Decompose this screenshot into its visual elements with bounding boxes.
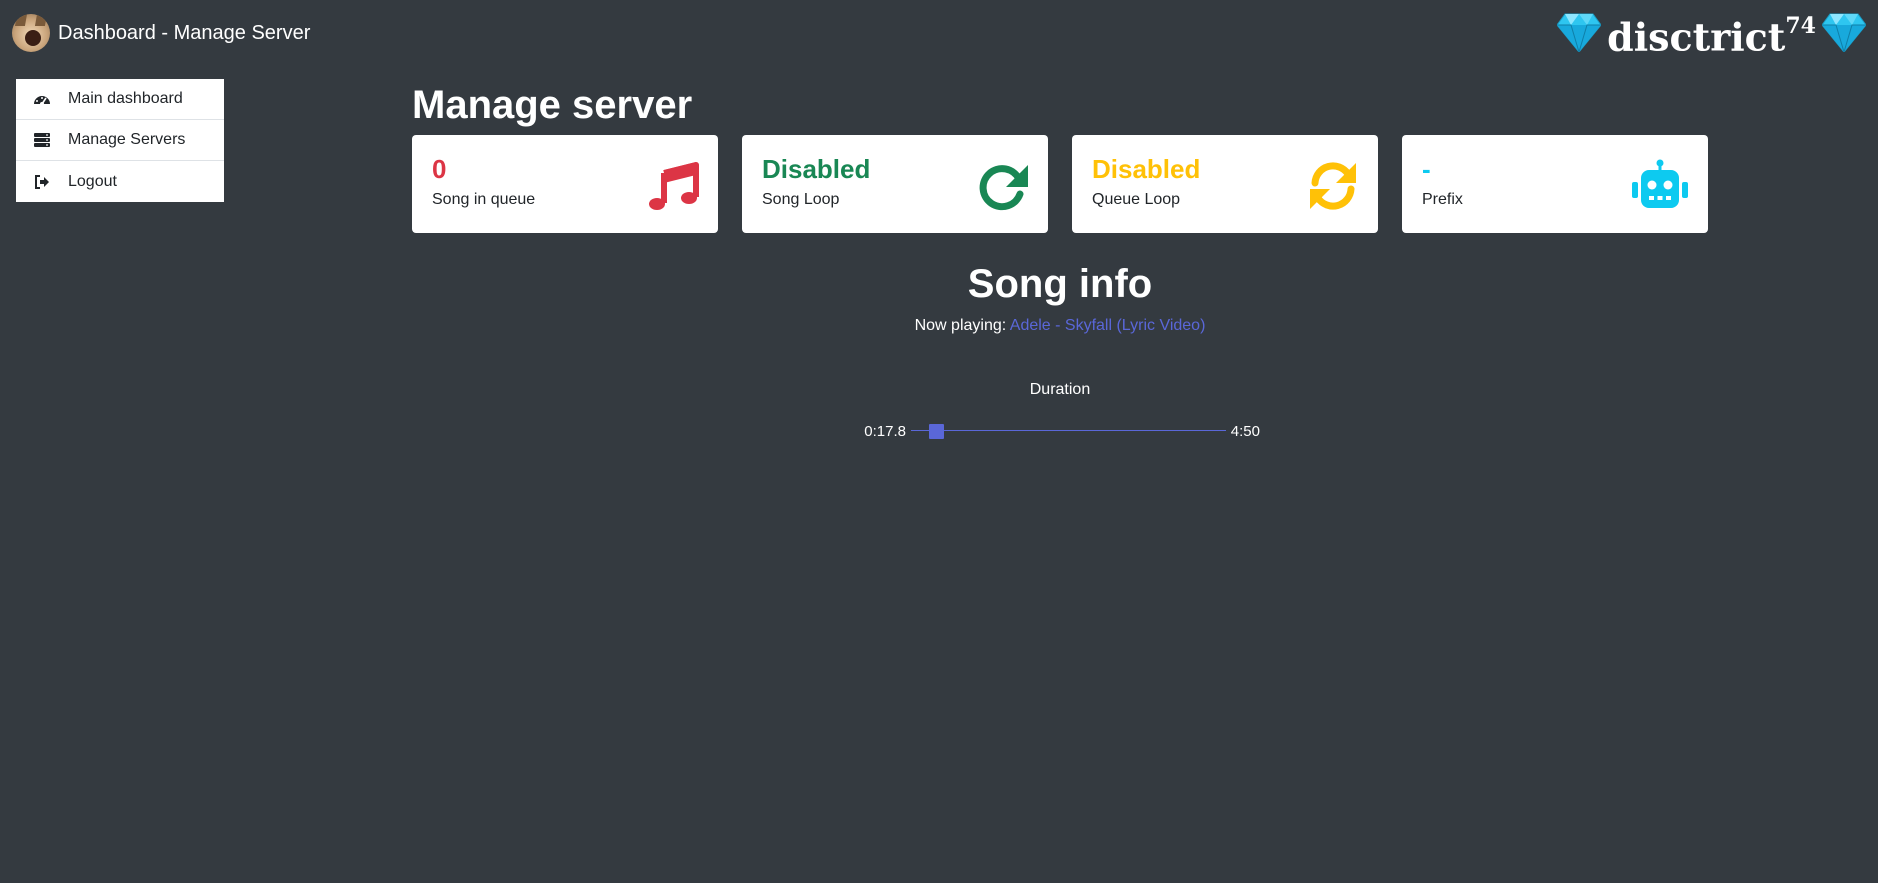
prefix-card: - Prefix [1402, 135, 1708, 233]
brand[interactable]: Dashboard - Manage Server [12, 12, 310, 54]
server-icon [32, 132, 52, 148]
disctrict-logo: disctrict74 [1557, 8, 1866, 59]
elapsed-time: 0:17.8 [864, 422, 906, 440]
redo-icon [979, 165, 1028, 211]
sidebar-menu: Main dashboard Manage Servers Logout [16, 79, 224, 202]
progress-slider[interactable] [910, 423, 1226, 439]
now-playing-label: Now playing: [914, 317, 1007, 334]
song-info-title: Song info [967, 262, 1153, 306]
sidebar-item-label: Main dashboard [68, 90, 183, 107]
sidebar-item-logout[interactable]: Logout [16, 161, 224, 202]
diamond-icon [1557, 13, 1602, 52]
progress-thumb[interactable] [928, 424, 944, 439]
sign-out-icon [32, 174, 52, 190]
stat-cards: 0 Song in queue Disabled Song Loop Disab… [412, 135, 1708, 233]
logo-text: disctrict74 [1607, 13, 1816, 60]
music-icon [649, 162, 699, 210]
song-title-link[interactable]: Adele - Skyfall (Lyric Video) [1010, 317, 1206, 334]
sidebar-item-manage-servers[interactable]: Manage Servers [16, 120, 224, 161]
logo-superscript: 74 [1785, 13, 1816, 39]
song-queue-card: 0 Song in queue [412, 135, 718, 233]
progress-track [910, 430, 1226, 431]
now-playing: Now playing: Adele - Skyfall (Lyric Vide… [0, 316, 1878, 336]
page-title: Manage server [412, 83, 693, 127]
sidebar-item-label: Manage Servers [68, 131, 186, 148]
cat-avatar-logo [12, 14, 50, 52]
song-loop-card: Disabled Song Loop [742, 135, 1048, 233]
duration-label: Duration [1029, 381, 1091, 398]
song-progress: 0:17.8 4:50 [860, 420, 1260, 442]
sidebar-item-main-dashboard[interactable]: Main dashboard [16, 79, 224, 120]
sync-icon [1310, 162, 1356, 210]
sidebar-item-label: Logout [68, 172, 117, 190]
total-time: 4:50 [1230, 422, 1260, 440]
queue-loop-card: Disabled Queue Loop [1072, 135, 1378, 233]
page-header-title: Dashboard - Manage Server [58, 21, 311, 44]
tachometer-icon [32, 91, 52, 107]
diamond-icon [1822, 13, 1866, 52]
robot-icon [1632, 159, 1688, 208]
